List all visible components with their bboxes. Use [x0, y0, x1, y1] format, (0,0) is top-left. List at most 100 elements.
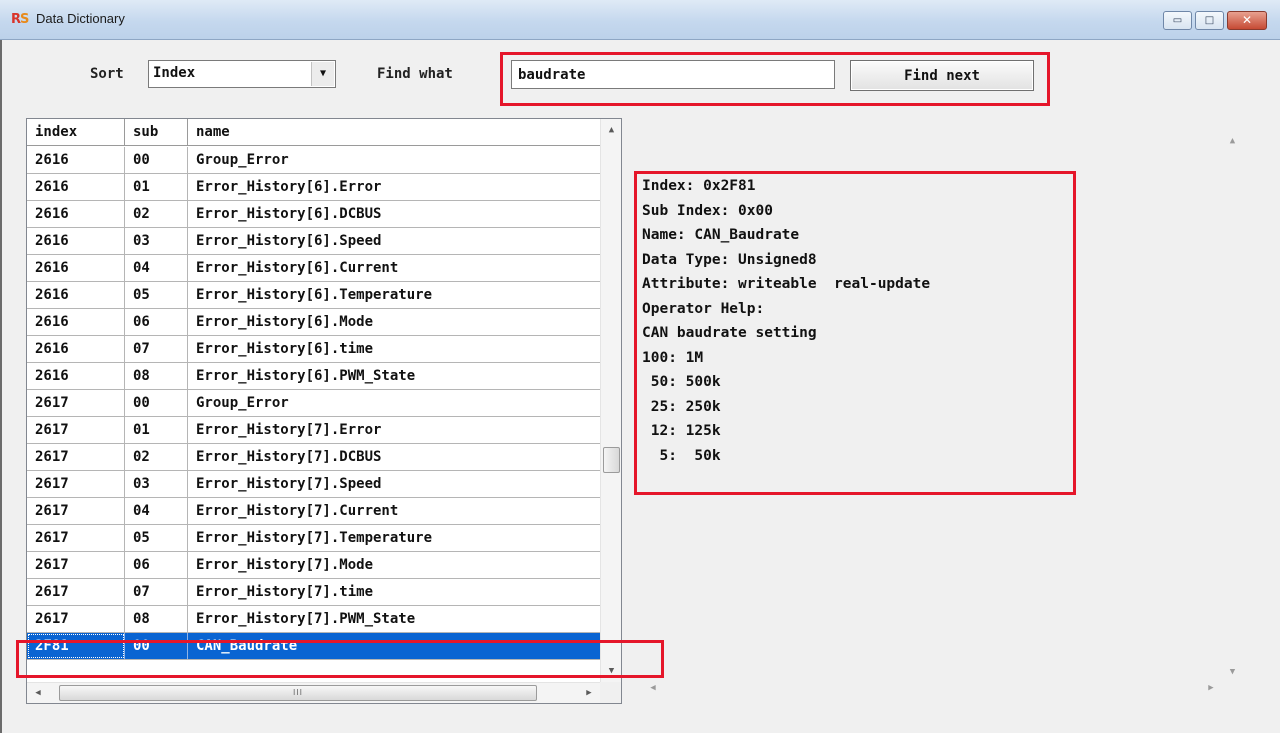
cell-name: Error_History[7].Temperature	[196, 530, 433, 546]
cell-sub: 00	[125, 390, 188, 416]
dictionary-list[interactable]: index sub name 2616 00 Group_Error 2616 01 Er…	[26, 118, 622, 704]
table-row[interactable]: 2617 05 Error_History[7].Temperature	[27, 525, 600, 552]
cell-index: 2616	[27, 201, 125, 227]
minimize-button[interactable]: ▭	[1163, 11, 1192, 30]
scroll-up-icon[interactable]: ▲	[1222, 132, 1243, 150]
close-icon: ✕	[1241, 13, 1253, 27]
cell-name: Error_History[6].Speed	[196, 233, 382, 249]
cell-index: 2617	[27, 498, 125, 524]
table-row[interactable]: 2617 00 Group_Error	[27, 390, 600, 417]
cell-index: 2616	[27, 309, 125, 335]
table-row[interactable]: 2616 02 Error_History[6].DCBUS	[27, 201, 600, 228]
chevron-down-icon[interactable]: ▼	[311, 62, 334, 86]
column-header-index[interactable]: index	[27, 119, 125, 145]
cell-index: 2617	[27, 390, 125, 416]
sort-combobox[interactable]: Index ▼	[148, 60, 336, 88]
scroll-left-icon[interactable]: ◀	[29, 683, 47, 704]
window-title: Data Dictionary	[36, 11, 125, 26]
column-header-name[interactable]: name	[188, 119, 600, 145]
cell-index: 2F81	[27, 633, 125, 659]
scroll-down-icon[interactable]: ▼	[601, 662, 622, 680]
table-row[interactable]: 2617 06 Error_History[7].Mode	[27, 552, 600, 579]
detail-text: Index: 0x2F81 Sub Index: 0x00 Name: CAN_Ba…	[642, 174, 1082, 468]
cell-index: 2616	[27, 282, 125, 308]
table-row[interactable]: 2616 08 Error_History[6].PWM_State	[27, 363, 600, 390]
detail-line: Data Type: Unsigned8	[642, 251, 817, 268]
list-vertical-scroll-thumb[interactable]	[603, 447, 620, 473]
find-input[interactable]	[511, 60, 835, 89]
detail-line: Index: 0x2F81	[642, 178, 756, 194]
cell-index: 2616	[27, 336, 125, 362]
table-row[interactable]: 2617 03 Error_History[7].Speed	[27, 471, 600, 498]
cell-name: Error_History[6].time	[196, 341, 374, 357]
detail-line: Attribute: writeable real-update	[642, 276, 931, 292]
table-row[interactable]: 2616 03 Error_History[6].Speed	[27, 228, 600, 255]
detail-horizontal-scrollbar[interactable]: ◀ ▶	[642, 678, 1222, 699]
maximize-button[interactable]: □	[1195, 11, 1224, 30]
table-row[interactable]: 2616 01 Error_History[6].Error	[27, 174, 600, 201]
detail-line: Name: CAN_Baudrate	[642, 227, 800, 243]
table-row[interactable]: 2616 07 Error_History[6].time	[27, 336, 600, 363]
list-header: index sub name	[27, 119, 600, 146]
table-row[interactable]: 2616 06 Error_History[6].Mode	[27, 309, 600, 336]
table-row[interactable]: 2617 04 Error_History[7].Current	[27, 498, 600, 525]
table-row[interactable]: 2616 00 Group_Error	[27, 147, 600, 174]
window-controls: ▭ □ ✕	[1160, 11, 1267, 30]
cell-index: 2616	[27, 228, 125, 254]
scroll-corner	[600, 682, 621, 703]
detail-line: Sub Index: 0x00	[642, 202, 773, 219]
cell-sub: 07	[125, 336, 188, 362]
list-viewport: index sub name 2616 00 Group_Error 2616 01 Er…	[27, 119, 600, 682]
cell-index: 2617	[27, 606, 125, 632]
cell-sub: 02	[125, 201, 188, 227]
scroll-right-icon[interactable]: ▶	[1202, 678, 1220, 699]
cell-name: Group_Error	[196, 395, 289, 411]
cell-index: 2617	[27, 552, 125, 578]
cell-sub: 00	[125, 147, 188, 173]
table-row[interactable]: 2617 08 Error_History[7].PWM_State	[27, 606, 600, 633]
cell-sub: 00	[125, 633, 188, 659]
table-row[interactable]: 2617 01 Error_History[7].Error	[27, 417, 600, 444]
list-horizontal-scrollbar[interactable]: ◀ III ▶	[27, 682, 600, 703]
cell-name: Error_History[6].Temperature	[196, 287, 433, 303]
cell-name: Error_History[7].DCBUS	[196, 449, 382, 465]
cell-index: 2617	[27, 471, 125, 497]
cell-name: Error_History[6].Error	[196, 179, 382, 195]
cell-sub: 02	[125, 444, 188, 470]
table-row-selected[interactable]: 2F81 00 CAN_Baudrate	[27, 633, 600, 660]
scroll-up-icon[interactable]: ▲	[601, 121, 622, 139]
title-bar: RS Data Dictionary ▭ □ ✕	[0, 0, 1280, 40]
cell-index: 2616	[27, 363, 125, 389]
cell-index: 2617	[27, 444, 125, 470]
scroll-down-icon[interactable]: ▼	[1222, 663, 1243, 681]
sort-label: Sort	[90, 66, 124, 82]
cell-name: Group_Error	[196, 152, 289, 168]
scroll-right-icon[interactable]: ▶	[580, 683, 598, 704]
table-row[interactable]: 2617 02 Error_History[7].DCBUS	[27, 444, 600, 471]
detail-line: 12: 125k	[642, 423, 721, 439]
table-row[interactable]: 2616 05 Error_History[6].Temperature	[27, 282, 600, 309]
column-header-sub[interactable]: sub	[125, 119, 188, 145]
detail-line: Operator Help:	[642, 300, 765, 317]
close-button[interactable]: ✕	[1227, 11, 1267, 30]
cell-name: Error_History[6].Current	[196, 260, 399, 276]
cell-sub: 05	[125, 282, 188, 308]
client-area: Sort Index ▼ Find what Find next index s…	[0, 40, 1280, 733]
find-next-button[interactable]: Find next	[850, 60, 1034, 91]
list-vertical-scrollbar[interactable]: ▲ ▼	[600, 119, 621, 682]
sort-value: Index	[153, 65, 196, 81]
cell-sub: 08	[125, 606, 188, 632]
cell-sub: 05	[125, 525, 188, 551]
detail-vertical-scrollbar[interactable]: ▲ ▼	[1222, 124, 1243, 679]
detail-line: 5: 50k	[642, 447, 721, 464]
scroll-left-icon[interactable]: ◀	[644, 678, 662, 699]
list-horizontal-scroll-thumb[interactable]: III	[59, 685, 537, 701]
find-label: Find what	[377, 66, 453, 82]
table-row[interactable]: 2616 04 Error_History[6].Current	[27, 255, 600, 282]
table-row[interactable]: 2617 07 Error_History[7].time	[27, 579, 600, 606]
cell-index: 2616	[27, 147, 125, 173]
detail-panel: Index: 0x2F81 Sub Index: 0x00 Name: CAN_Ba…	[626, 124, 1246, 699]
cell-name: Error_History[7].PWM_State	[196, 611, 416, 627]
cell-sub: 04	[125, 255, 188, 281]
cell-name: Error_History[6].DCBUS	[196, 206, 382, 222]
